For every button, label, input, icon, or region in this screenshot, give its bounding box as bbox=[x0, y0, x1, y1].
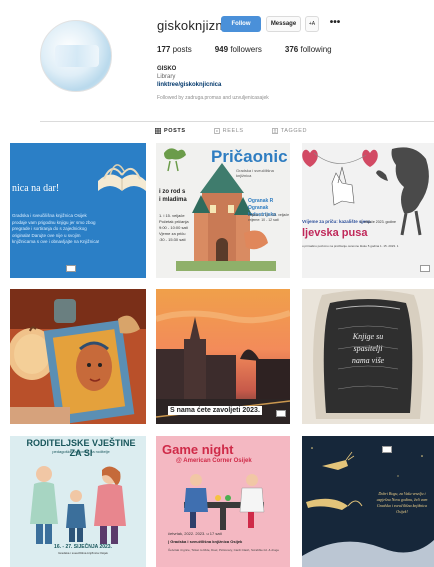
post-pricaonica[interactable]: Pričaonic Gradska i sveučilišna knjižnic… bbox=[156, 143, 290, 278]
tab-posts-label: POSTS bbox=[164, 128, 186, 134]
svg-text:Knjige su: Knjige su bbox=[352, 332, 383, 341]
book-photo-image bbox=[10, 289, 146, 424]
following-count: 376 bbox=[284, 45, 299, 54]
open-book-image bbox=[98, 164, 146, 191]
library-logo bbox=[382, 446, 392, 453]
svg-text:spasitelji: spasitelji bbox=[354, 344, 383, 353]
post9-greeting: Dobri Bogu, za Vašu veselju i uspješnu N… bbox=[376, 491, 428, 514]
post-game-night[interactable]: Game night @ American Corner Osijek četv… bbox=[156, 436, 290, 567]
post-city-sunset[interactable]: S nama ćete zavoljeti 2023. bbox=[156, 289, 290, 424]
post8-venue: | Gradska i sveučilišna knjižnica Osijek bbox=[168, 539, 243, 544]
followers-count: 949 bbox=[214, 45, 229, 54]
profile-tabs: POSTS REELS TAGGED bbox=[155, 128, 307, 134]
profile-header: giskoknjiznica Follow Message +A ••• 177… bbox=[0, 0, 434, 120]
suggest-user-button[interactable]: +A bbox=[305, 16, 319, 32]
tab-reels[interactable]: REELS bbox=[213, 128, 244, 134]
library-logo bbox=[276, 410, 286, 417]
grid-icon bbox=[155, 128, 161, 134]
tab-tagged-label: TAGGED bbox=[280, 128, 308, 134]
more-options-icon[interactable]: ••• bbox=[327, 16, 343, 32]
followed-by-text[interactable]: Followed by zadruga.promas and uzvuljeni… bbox=[157, 95, 269, 101]
tab-reels-label: REELS bbox=[222, 128, 244, 134]
header-divider bbox=[40, 121, 434, 122]
post5-caption: S nama ćete zavoljeti 2023. bbox=[168, 406, 262, 415]
profile-avatar[interactable] bbox=[40, 20, 112, 92]
post-framed-quote[interactable]: Knjige su spasitelji nama više bbox=[302, 289, 434, 424]
profile-stats: 177 posts 949 followers 376 following bbox=[157, 45, 332, 54]
posts-stat: 177 posts bbox=[157, 45, 192, 54]
post2-title: Pričaonic bbox=[211, 147, 288, 166]
tagged-icon bbox=[271, 128, 278, 134]
post-holiday-greeting[interactable]: Dobri Bogu, za Vašu veselju i uspješnu N… bbox=[302, 436, 434, 567]
post7-date: 16. - 27. SIJEČNJA 2023. bbox=[54, 544, 112, 550]
bio-name: GISKO bbox=[157, 66, 177, 72]
post2-left-heading: i zo rod s i mladima bbox=[159, 189, 187, 203]
followers-label: followers bbox=[230, 45, 262, 54]
post1-title: nica na dar! bbox=[12, 183, 60, 194]
bio-category: Library bbox=[157, 74, 176, 80]
post8-title: Game night bbox=[162, 442, 234, 457]
sunset-city-image bbox=[156, 289, 290, 424]
post-shadow-theatre[interactable]: Vrijeme za priču: kazalište sjena 4. vel… bbox=[302, 143, 434, 278]
svg-text:nama više: nama više bbox=[352, 356, 385, 365]
bio-link[interactable]: linktree/giskoknjicnica bbox=[157, 82, 221, 88]
avatar-logo bbox=[55, 45, 99, 67]
post2-subtitle: Gradska i sveučilišna knjižnica bbox=[236, 168, 274, 178]
ornate-frame-image: Knjige su spasitelji nama više bbox=[302, 289, 434, 424]
library-logo bbox=[420, 265, 430, 272]
library-logo bbox=[66, 265, 76, 272]
posts-count: 177 bbox=[157, 45, 171, 54]
post-parenting-skills[interactable]: RODITELJSKE VJEŠTINE ZA SI pedagoške rad… bbox=[10, 436, 146, 567]
post8-subtitle: @ American Corner Osijek bbox=[176, 458, 252, 464]
reels-icon bbox=[213, 128, 220, 134]
posts-label: posts bbox=[172, 45, 192, 54]
post1-body: Gradska i sveučilišna knjižnica Osijek p… bbox=[12, 213, 100, 244]
post3-title: ljevska pusa bbox=[302, 227, 368, 239]
post8-games: Četvrtak 4 igrice, Ticket to Ride, Duel,… bbox=[168, 548, 279, 552]
following-label: following bbox=[300, 45, 332, 54]
follow-button[interactable]: Follow bbox=[221, 16, 261, 32]
post8-time: četvrtak, 2022. 2023. u 17 sati bbox=[168, 531, 222, 536]
tab-posts[interactable]: POSTS bbox=[155, 128, 186, 134]
post7-footer: Gradska i sveučilišna knjižnica Osijek bbox=[58, 551, 108, 555]
post7-subtitle: pedagoške radionice za roditelje bbox=[52, 449, 110, 454]
post2-left-details: 1. i 15. veljače Početak pričanja 9:00 -… bbox=[159, 213, 189, 242]
post-book-gift[interactable]: nica na dar! Gradska i sveučilišna knjiž… bbox=[10, 143, 146, 278]
post2-right-details: veljače, 1. 15. i 22. veljače vrijeme: 1… bbox=[248, 213, 290, 222]
post3-footer: u primašnu pozivmo na pročitanje osnovne… bbox=[302, 244, 399, 248]
tab-tagged[interactable]: TAGGED bbox=[271, 128, 308, 134]
post7-title: RODITELJSKE VJEŠTINE ZA SI bbox=[26, 438, 136, 458]
message-button[interactable]: Message bbox=[266, 16, 301, 32]
post-book-photo[interactable] bbox=[10, 289, 146, 424]
shadow-puppet-illustration bbox=[302, 147, 429, 236]
followers-stat[interactable]: 949 followers bbox=[215, 45, 262, 54]
following-stat[interactable]: 376 following bbox=[285, 45, 332, 54]
post3-date: 4. veljače 2023. godine bbox=[360, 220, 396, 224]
